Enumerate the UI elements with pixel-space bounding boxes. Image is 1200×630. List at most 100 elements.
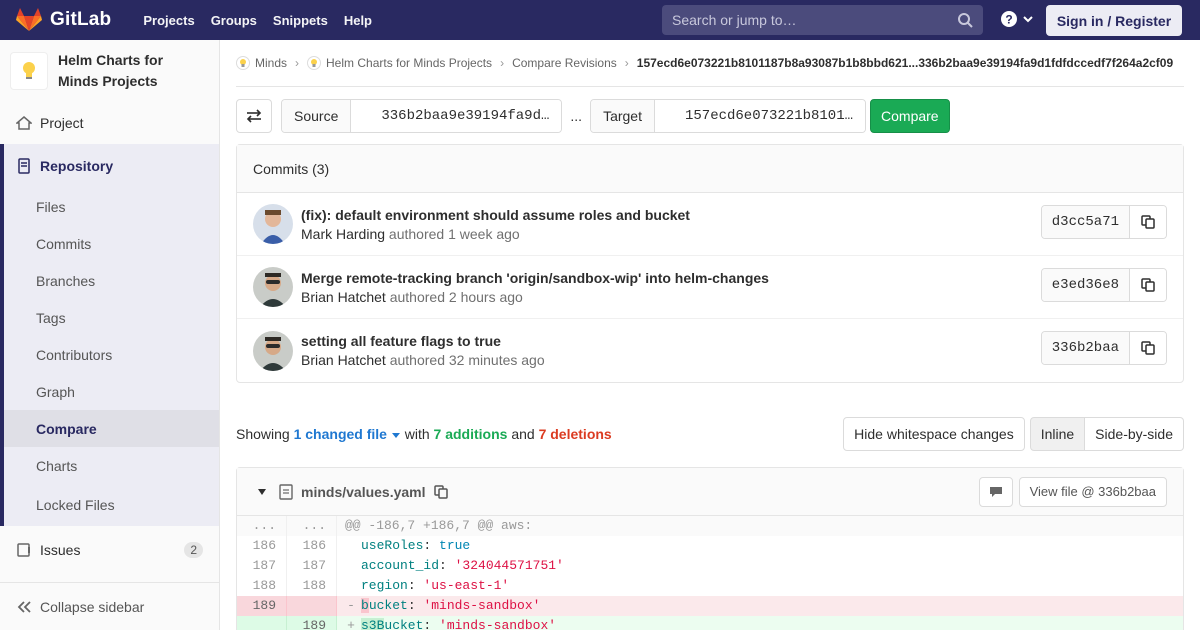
side-by-side-view-button[interactable]: Side-by-side [1085, 417, 1184, 451]
changed-chars: b [361, 598, 369, 613]
commit-sha[interactable]: d3cc5a71 [1041, 206, 1130, 238]
copy-icon [1141, 278, 1155, 292]
avatar[interactable] [253, 267, 293, 307]
target-revision-dropdown[interactable]: 157ecd6e073221b8101… [654, 100, 866, 132]
sidebar-item-commits[interactable]: Commits [4, 225, 219, 262]
commit-author[interactable]: Mark Harding [301, 226, 385, 242]
sidebar-item-charts[interactable]: Charts [4, 447, 219, 484]
yaml-value: 'minds-sandbox' [423, 598, 541, 613]
new-line-number[interactable]: 186 [287, 536, 337, 556]
breadcrumb-label: Helm Charts for Minds Projects [326, 56, 493, 70]
diff-line-removed: 189 - bucket: 'minds-sandbox' [237, 596, 1183, 616]
swap-revisions-button[interactable] [236, 99, 272, 133]
breadcrumb-separator-icon: › [500, 56, 505, 70]
caret-down-icon[interactable] [257, 488, 267, 496]
old-line-number [237, 616, 287, 630]
nav-projects[interactable]: Projects [135, 13, 202, 28]
lightbulb-icon [236, 56, 250, 70]
commit-sha[interactable]: e3ed36e8 [1041, 269, 1130, 301]
new-line-number[interactable]: 187 [287, 556, 337, 576]
toggle-comments-button[interactable] [978, 476, 1013, 507]
target-revision: Target 157ecd6e073221b8101… [590, 99, 867, 133]
commit-title[interactable]: Merge remote-tracking branch 'origin/san… [301, 270, 769, 286]
sidebar-item-contributors[interactable]: Contributors [4, 336, 219, 373]
source-revision-dropdown[interactable]: 336b2baa9e39194fa9d… [351, 100, 562, 132]
old-line-number[interactable]: 187 [237, 556, 287, 576]
commit-row: (fix): default environment should assume… [237, 193, 1183, 256]
stats-with: with [404, 426, 430, 442]
breadcrumb-current[interactable]: 157ecd6e073221b8101187b8a93087b1b8bbd621… [637, 56, 1173, 70]
commits-list: Commits (3) (fix): default environment s… [236, 144, 1184, 383]
sidebar-item-graph[interactable]: Graph [4, 373, 219, 410]
swap-arrows-icon [246, 109, 262, 123]
diff-sign [341, 556, 361, 576]
copy-sha-button[interactable] [1130, 332, 1166, 364]
sidebar-item-project[interactable]: Project [0, 102, 219, 144]
diff-stats: Showing 1 changed file with 7 additions … [236, 417, 1184, 451]
old-line-number[interactable]: 189 [237, 596, 287, 616]
diff-line-added: 189 + s3Bucket: 'minds-sandbox' [237, 616, 1183, 630]
view-file-button[interactable]: View file @ 336b2baa [1018, 476, 1167, 507]
sidebar-item-label: Repository [40, 158, 114, 174]
commit-verb: authored [388, 225, 445, 242]
nav-help[interactable]: Help [336, 13, 380, 28]
new-line-number[interactable]: 188 [287, 576, 337, 596]
compare-form: Source 336b2baa9e39194fa9d… ... Target 1… [236, 99, 950, 133]
changed-files-dropdown[interactable]: 1 changed file [294, 426, 401, 442]
breadcrumb-minds[interactable]: Minds [236, 56, 287, 70]
help-dropdown[interactable]: ? [1000, 10, 1034, 28]
project-header[interactable]: Helm Charts for Minds Projects [0, 40, 219, 102]
lightbulb-icon [23, 62, 35, 79]
double-chevron-left-icon [17, 600, 31, 613]
avatar[interactable] [253, 330, 293, 371]
gitlab-logo-icon [16, 8, 42, 31]
sidebar-item-issues[interactable]: Issues 2 [0, 528, 219, 572]
hide-whitespace-button[interactable]: Hide whitespace changes [843, 417, 1025, 451]
copy-sha-button[interactable] [1130, 269, 1166, 301]
brand[interactable]: GitLab [16, 8, 111, 32]
nav-links: Projects Groups Snippets Help [135, 13, 380, 28]
breadcrumb: Minds › Helm Charts for Minds Projects ›… [236, 40, 1184, 87]
commit-author[interactable]: Brian Hatchet [301, 289, 386, 305]
sidebar-item-branches[interactable]: Branches [4, 262, 219, 299]
breadcrumb-compare[interactable]: Compare Revisions [512, 56, 617, 70]
diff-sign: - [347, 598, 355, 613]
sidebar-item-files[interactable]: Files [4, 188, 219, 225]
commit-author[interactable]: Brian Hatchet [301, 352, 386, 368]
commit-sha[interactable]: 336b2baa [1041, 332, 1130, 364]
inline-view-button[interactable]: Inline [1029, 417, 1086, 451]
breadcrumb-project[interactable]: Helm Charts for Minds Projects [307, 56, 492, 70]
sidebar-item-compare[interactable]: Compare [4, 410, 219, 447]
file-path[interactable]: minds/values.yaml [301, 484, 426, 500]
project-name-line2: Minds Projects [58, 73, 158, 89]
top-navbar: GitLab Projects Groups Snippets Help Sea… [0, 0, 1200, 40]
search-placeholder: Search or jump to… [672, 12, 797, 28]
new-line-number[interactable]: 189 [287, 616, 337, 630]
copy-sha-button[interactable] [1130, 206, 1166, 238]
old-line-number[interactable]: 188 [237, 576, 287, 596]
nav-snippets[interactable]: Snippets [265, 13, 336, 28]
collapse-sidebar-button[interactable]: Collapse sidebar [0, 582, 219, 630]
commit-title[interactable]: (fix): default environment should assume… [301, 207, 690, 223]
signin-register-button[interactable]: Sign in / Register [1046, 5, 1182, 36]
compare-button[interactable]: Compare [870, 99, 950, 133]
main-content: Minds › Helm Charts for Minds Projects ›… [236, 40, 1184, 630]
question-circle-icon: ? [1001, 11, 1017, 27]
search-input[interactable]: Search or jump to… [662, 5, 983, 35]
commit-info: Merge remote-tracking branch 'origin/san… [301, 270, 769, 305]
commit-title[interactable]: setting all feature flags to true [301, 333, 545, 349]
sidebar-item-locked-files[interactable]: Locked Files [4, 484, 219, 526]
avatar[interactable] [253, 204, 293, 244]
yaml-key: account_id [361, 558, 440, 573]
sidebar-item-tags[interactable]: Tags [4, 299, 219, 336]
copy-icon[interactable] [433, 484, 448, 499]
sidebar-item-repository[interactable]: Repository [4, 144, 219, 188]
source-revision: Source 336b2baa9e39194fa9d… [281, 99, 563, 133]
nav-groups[interactable]: Groups [203, 13, 265, 28]
diff-line: 186 186 useRoles: true [237, 536, 1183, 556]
commit-sha-group: e3ed36e8 [1040, 268, 1167, 302]
old-line-number[interactable]: 186 [237, 536, 287, 556]
sidebar-item-label: Project [40, 115, 84, 131]
hunk-text: @@ -186,7 +186,7 @@ aws: [337, 516, 1183, 536]
yaml-value: 'minds-sandbox' [439, 618, 557, 630]
